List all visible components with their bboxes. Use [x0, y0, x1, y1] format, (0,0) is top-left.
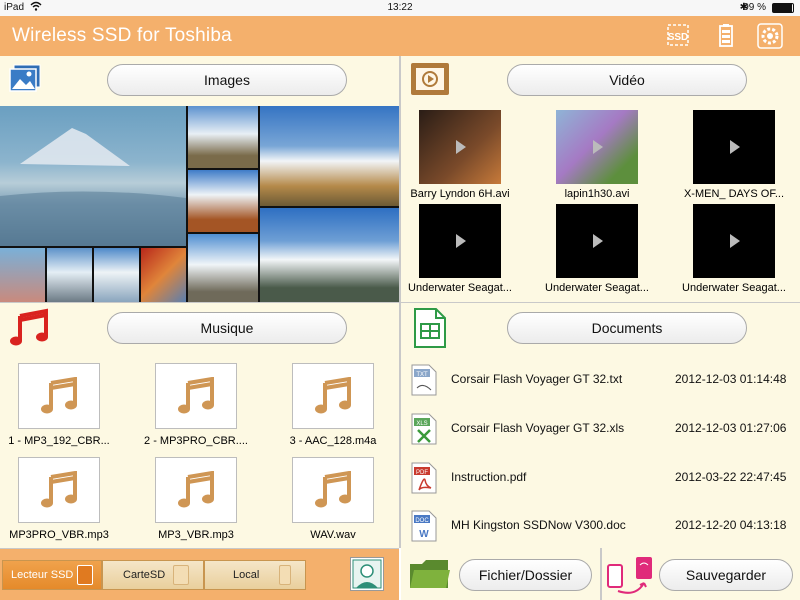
document-row[interactable]: TXT Corsair Flash Voyager GT 32.txt 2012…: [401, 359, 800, 403]
photo-thumbnail[interactable]: [188, 170, 258, 232]
music-caption: MP3PRO_VBR.mp3: [9, 529, 109, 541]
images-icon: [8, 63, 42, 95]
music-file-tile[interactable]: [18, 457, 100, 523]
txt-file-icon: TXT: [411, 364, 437, 396]
video-thumbnail[interactable]: [419, 204, 501, 278]
music-note-icon: [41, 377, 77, 414]
music-note-icon: [178, 377, 214, 414]
images-grid[interactable]: [0, 106, 399, 302]
document-icon: [412, 308, 448, 348]
svg-text:TXT: TXT: [416, 372, 428, 378]
tab-label: Lecteur SSD: [11, 569, 74, 581]
document-date: 2012-12-03 01:27:06: [675, 421, 787, 435]
photo-thumbnail[interactable]: [0, 248, 45, 302]
music-note-icon: [8, 308, 52, 348]
music-file-tile[interactable]: [292, 457, 374, 523]
tab-label: Local: [233, 569, 260, 581]
documents-list: TXT Corsair Flash Voyager GT 32.txt 2012…: [401, 353, 800, 548]
photo-thumbnail[interactable]: [260, 106, 399, 206]
ssd-icon: [77, 565, 93, 585]
document-date: 2012-12-03 01:14:48: [675, 372, 787, 386]
tab-carte-sd[interactable]: CarteSD: [102, 560, 204, 590]
document-row[interactable]: DOC W MH Kingston SSDNow V300.doc 2012-12…: [401, 505, 800, 549]
film-icon: [410, 62, 450, 96]
doc-file-icon: DOC W: [411, 510, 437, 542]
folder-icon: [408, 556, 452, 592]
video-caption: X-MEN_ DAYS OF...: [683, 188, 785, 200]
svg-text:DOC: DOC: [415, 518, 429, 524]
document-row[interactable]: XLS Corsair Flash Voyager GT 32.xls 2012…: [401, 408, 800, 452]
svg-text:W: W: [419, 529, 429, 540]
music-caption: WAV.wav: [310, 529, 356, 541]
pdf-file-icon: PDF: [411, 462, 437, 494]
photo-thumbnail[interactable]: [94, 248, 139, 302]
video-button[interactable]: Vidéo: [507, 64, 747, 96]
music-caption: 1 - MP3_192_CBR...: [8, 435, 110, 447]
battery-level: 99 %: [743, 2, 766, 13]
photo-thumbnail[interactable]: [188, 106, 258, 168]
tab-lecteur-ssd[interactable]: Lecteur SSD: [2, 560, 102, 590]
music-note-icon: [315, 471, 351, 508]
svg-text:SSD: SSD: [668, 32, 689, 43]
tab-local[interactable]: Local: [204, 560, 306, 590]
video-thumbnail[interactable]: [556, 110, 638, 184]
music-file-tile[interactable]: [18, 363, 100, 429]
video-thumbnail[interactable]: [556, 204, 638, 278]
music-file-tile[interactable]: [155, 457, 237, 523]
music-note-icon: [315, 377, 351, 414]
music-caption: MP3_VBR.mp3: [158, 529, 234, 541]
svg-text:XLS: XLS: [416, 421, 427, 427]
document-name: Instruction.pdf: [451, 470, 527, 484]
music-caption: 2 - MP3PRO_CBR....: [144, 435, 248, 447]
document-date: 2012-12-20 04:13:18: [675, 518, 787, 532]
images-button[interactable]: Images: [107, 64, 347, 96]
status-bar: iPad 13:22 ✱ 99 %: [0, 0, 800, 16]
photo-thumbnail[interactable]: [260, 208, 399, 302]
phone-icon: [279, 565, 291, 585]
video-thumbnail[interactable]: [693, 204, 775, 278]
video-caption: Underwater Seagat...: [408, 282, 512, 294]
music-note-icon: [178, 471, 214, 508]
settings-gear-icon[interactable]: [756, 22, 784, 50]
clock: 13:22: [387, 2, 413, 13]
document-name: Corsair Flash Voyager GT 32.xls: [451, 421, 625, 435]
photo-thumbnail[interactable]: [141, 248, 186, 302]
title-bar: Wireless SSD for Toshiba SSD: [0, 16, 800, 56]
music-grid: 1 - MP3_192_CBR... 2 - MP3PRO_CBR.... 3 …: [0, 353, 399, 548]
document-date: 2012-03-22 22:47:45: [675, 470, 787, 484]
music-caption: 3 - AAC_128.m4a: [289, 435, 377, 447]
folder-file-button[interactable]: Fichier/Dossier: [459, 559, 592, 591]
music-note-icon: [41, 471, 77, 508]
photo-thumbnail[interactable]: [0, 106, 186, 246]
video-grid: Barry Lyndon 6H.avi lapin1h30.avi X-MEN_…: [401, 106, 800, 302]
sd-card-icon: [173, 565, 189, 585]
app-title: Wireless SSD for Toshiba: [12, 25, 232, 46]
tab-label: CarteSD: [123, 569, 166, 581]
photo-thumbnail[interactable]: [188, 234, 258, 302]
battery-status-icon[interactable]: [712, 22, 740, 50]
video-thumbnail[interactable]: [419, 110, 501, 184]
svg-text:PDF: PDF: [416, 470, 428, 476]
photo-thumbnail[interactable]: [47, 248, 92, 302]
video-caption: lapin1h30.avi: [564, 188, 630, 200]
video-caption: Barry Lyndon 6H.avi: [410, 188, 510, 200]
music-file-tile[interactable]: [292, 363, 374, 429]
video-caption: Underwater Seagat...: [545, 282, 649, 294]
wifi-ssid-icon[interactable]: SSD: [664, 22, 692, 50]
document-name: Corsair Flash Voyager GT 32.txt: [451, 372, 623, 386]
sync-devices-icon: [606, 555, 654, 595]
video-caption: Underwater Seagat...: [682, 282, 786, 294]
music-button[interactable]: Musique: [107, 312, 347, 344]
music-file-tile[interactable]: [155, 363, 237, 429]
save-button[interactable]: Sauvegarder: [659, 559, 793, 591]
user-profile-icon[interactable]: [350, 557, 384, 591]
battery-icon: [772, 3, 794, 13]
xls-file-icon: XLS: [411, 413, 437, 445]
documents-button[interactable]: Documents: [507, 312, 747, 344]
video-thumbnail[interactable]: [693, 110, 775, 184]
document-name: MH Kingston SSDNow V300.doc: [451, 518, 626, 532]
document-row[interactable]: PDF Instruction.pdf 2012-03-22 22:47:45: [401, 457, 800, 501]
